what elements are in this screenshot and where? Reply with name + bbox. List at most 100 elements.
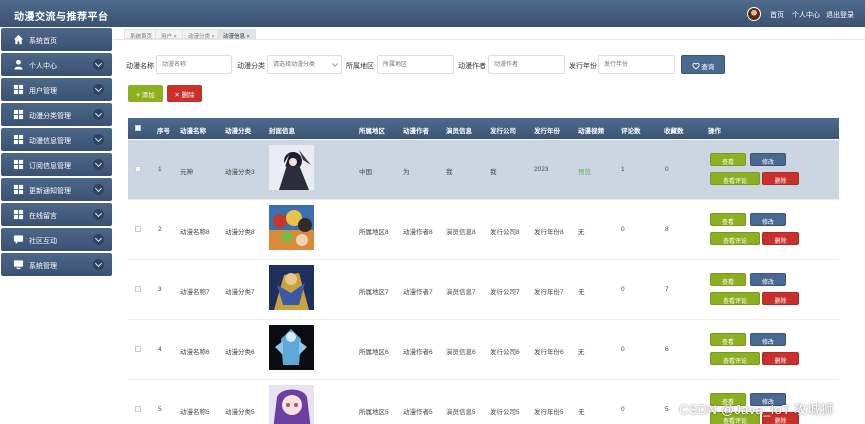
cell-index: 2 <box>158 226 162 233</box>
sidebar-item-label: 更新通知管理 <box>29 188 71 195</box>
view-button[interactable]: 查看 <box>710 153 746 166</box>
chevron-down-icon <box>93 184 104 195</box>
chevron-down-icon <box>93 209 104 220</box>
col-region: 所属地区 <box>359 128 385 135</box>
monitor-icon <box>13 260 24 270</box>
col-ops: 操作 <box>708 128 721 135</box>
region-input[interactable] <box>377 55 454 74</box>
col-comments: 评论数 <box>621 128 641 135</box>
row-delete-button[interactable]: 删除 <box>762 172 799 185</box>
col-index: 序号 <box>157 128 170 135</box>
cell-author: 动漫作者8 <box>403 229 433 236</box>
plus-icon: + <box>136 92 140 99</box>
view-button[interactable]: 查看 <box>710 273 746 286</box>
sidebar-item-anime-info[interactable]: 动漫信息管理 <box>1 128 112 151</box>
sidebar-item-subscription[interactable]: 订阅信息管理 <box>1 153 112 176</box>
cell-region: 所属地区8 <box>359 229 389 236</box>
sidebar-item-label: 个人中心 <box>29 63 57 70</box>
cell-cast: 我 <box>446 169 453 176</box>
sidebar-item-home[interactable]: 系统首页 <box>1 28 112 51</box>
cell-comments: 1 <box>621 166 625 173</box>
year-label: 发行年份 <box>569 63 597 70</box>
view-comments-button[interactable]: 查看评论 <box>710 172 760 185</box>
cell-year: 2023 <box>534 166 549 173</box>
row-checkbox[interactable] <box>135 166 141 172</box>
cell-video: 无 <box>578 289 585 296</box>
delete-button[interactable]: ✕ 删除 <box>167 85 202 102</box>
cell-favorites: 8 <box>665 226 669 233</box>
col-author: 动漫作者 <box>403 128 429 135</box>
cell-company: 我 <box>490 169 497 176</box>
table-row[interactable]: 1 元神 动漫分类3 中国 为 我 我 2023 预览 1 0 查看 修改 查看… <box>128 140 839 200</box>
edit-button[interactable]: 修改 <box>750 153 786 166</box>
year-input[interactable] <box>598 55 675 74</box>
cell-favorites: 7 <box>665 286 669 293</box>
grid-icon <box>13 159 24 170</box>
author-input[interactable] <box>488 55 565 74</box>
cover-image <box>269 385 314 424</box>
sidebar-item-anime-category[interactable]: 动漫分类管理 <box>1 103 112 126</box>
cell-cast: 演员信息7 <box>446 289 476 296</box>
chat-icon <box>13 235 24 245</box>
video-preview-link[interactable]: 预览 <box>578 166 591 176</box>
sidebar-item-update-notice[interactable]: 更新通知管理 <box>1 178 112 201</box>
name-input[interactable] <box>156 55 232 74</box>
avatar[interactable] <box>747 7 761 21</box>
tab-anime-category[interactable]: 动漫分类 × <box>182 29 221 40</box>
cell-video: 无 <box>578 229 585 236</box>
col-cover: 封面信息 <box>269 128 295 135</box>
tab-anime-info[interactable]: 动漫信息 × <box>217 29 256 40</box>
add-button[interactable]: + 添加 <box>128 85 163 102</box>
col-company: 发行公司 <box>490 128 516 135</box>
name-label: 动漫名称 <box>126 63 154 70</box>
category-label: 动漫分类 <box>237 63 265 70</box>
logout-link[interactable]: 退出登录 <box>826 10 854 20</box>
heart-icon <box>692 62 700 70</box>
table-row[interactable]: 4 动漫名称6 动漫分类6 所属地区6 动漫作者6 演员信息6 发行公司6 发行… <box>128 320 839 380</box>
profile-link[interactable]: 个人中心 <box>792 10 820 20</box>
cell-year: 发行年份7 <box>534 289 564 296</box>
row-checkbox[interactable] <box>135 406 141 412</box>
cell-favorites: 5 <box>665 406 669 413</box>
tab-home[interactable]: 系统首页 <box>124 29 159 40</box>
select-all-checkbox[interactable] <box>135 125 141 131</box>
sidebar-item-system[interactable]: 系统管理 <box>1 253 112 276</box>
category-select[interactable] <box>267 55 342 74</box>
cell-index: 3 <box>158 286 162 293</box>
edit-button[interactable]: 修改 <box>750 333 786 346</box>
chevron-down-icon <box>93 234 104 245</box>
table-row[interactable]: 2 动漫名称8 动漫分类8 所属地区8 动漫作者8 演员信息8 发行公司8 发行… <box>128 200 839 260</box>
home-icon <box>13 34 24 45</box>
view-button[interactable]: 查看 <box>710 213 746 226</box>
view-comments-button[interactable]: 查看评论 <box>710 352 760 365</box>
home-link[interactable]: 首页 <box>770 10 784 20</box>
cell-name: 动漫名称5 <box>180 409 210 416</box>
cover-image <box>269 145 314 190</box>
view-button[interactable]: 查看 <box>710 333 746 346</box>
view-comments-button[interactable]: 查看评论 <box>710 292 760 305</box>
edit-button[interactable]: 修改 <box>750 273 786 286</box>
sidebar-item-messages[interactable]: 在线留言 <box>1 203 112 226</box>
grid-icon <box>13 184 24 195</box>
sidebar-item-community[interactable]: 社区互动 <box>1 228 112 251</box>
col-favorites: 收藏数 <box>664 128 684 135</box>
tab-users[interactable]: 用户 × <box>155 29 183 40</box>
row-delete-button[interactable]: 删除 <box>762 352 799 365</box>
cell-name: 动漫名称6 <box>180 349 210 356</box>
chevron-down-icon <box>93 109 104 120</box>
row-delete-button[interactable]: 删除 <box>762 232 799 245</box>
query-button[interactable]: 查询 <box>681 55 725 74</box>
row-delete-button[interactable]: 删除 <box>762 292 799 305</box>
close-icon: ✕ <box>174 92 180 99</box>
table-row[interactable]: 3 动漫名称7 动漫分类7 所属地区7 动漫作者7 演员信息7 发行公司7 发行… <box>128 260 839 320</box>
row-checkbox[interactable] <box>135 346 141 352</box>
sidebar-item-profile[interactable]: 个人中心 <box>1 53 112 76</box>
sidebar-item-users[interactable]: 用户管理 <box>1 78 112 101</box>
watermark: CSDN @Java_IoT 攻城狮 <box>679 402 834 417</box>
edit-button[interactable]: 修改 <box>750 213 786 226</box>
row-checkbox[interactable] <box>135 286 141 292</box>
row-checkbox[interactable] <box>135 226 141 232</box>
view-comments-button[interactable]: 查看评论 <box>710 232 760 245</box>
grid-icon <box>13 109 24 120</box>
cell-company: 发行公司5 <box>490 409 520 416</box>
